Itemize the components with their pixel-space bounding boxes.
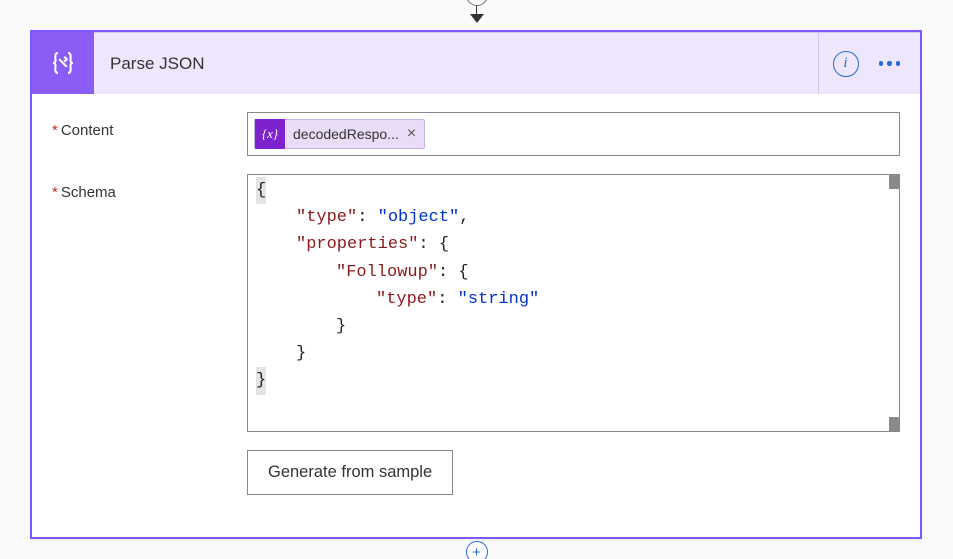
code-key: "Followup"	[336, 263, 438, 282]
action-body: *Content {x} decodedRespo... × *Schema	[32, 94, 920, 537]
schema-label-text: Schema	[61, 184, 116, 201]
token-remove-button[interactable]: ×	[407, 125, 416, 143]
code-key: "type"	[296, 208, 357, 227]
generate-from-sample-button[interactable]: Generate from sample	[247, 450, 453, 495]
schema-code: { "type": "object", "properties": { "Fol…	[248, 175, 899, 403]
variable-icon: {x}	[255, 119, 285, 149]
code-value: "string"	[458, 290, 540, 309]
more-menu-button[interactable]	[873, 55, 907, 72]
scrollbar-thumb[interactable]	[889, 175, 899, 189]
code-key: "properties"	[296, 235, 418, 254]
token-label: decodedRespo...	[293, 126, 399, 142]
content-label-text: Content	[61, 122, 114, 139]
action-title[interactable]: Parse JSON	[94, 32, 819, 94]
scrollbar-thumb[interactable]	[889, 417, 899, 431]
code-brace: }	[336, 317, 346, 336]
incoming-connector	[466, 0, 488, 23]
code-value: "object"	[378, 208, 460, 227]
content-row: *Content {x} decodedRespo... ×	[52, 112, 900, 156]
content-input[interactable]: {x} decodedRespo... ×	[247, 112, 900, 156]
parse-json-action-card: Parse JSON i *Content {x} decodedRespo..…	[30, 30, 922, 539]
dynamic-content-token[interactable]: {x} decodedRespo... ×	[254, 119, 425, 149]
code-key: "type"	[376, 290, 437, 309]
action-header: Parse JSON i	[32, 32, 920, 94]
schema-code-editor[interactable]: { "type": "object", "properties": { "Fol…	[247, 174, 900, 432]
action-icon-box	[32, 32, 94, 94]
content-label: *Content	[52, 112, 247, 156]
schema-label: *Schema	[52, 174, 247, 495]
code-brace: }	[296, 344, 306, 363]
required-indicator: *	[52, 184, 58, 201]
parse-json-icon	[48, 48, 78, 78]
add-step-button[interactable]: +	[466, 541, 488, 559]
add-step-connector: +	[466, 541, 488, 559]
header-actions: i	[819, 32, 921, 94]
required-indicator: *	[52, 122, 58, 139]
info-button[interactable]: i	[833, 51, 859, 77]
code-brace: {	[256, 177, 266, 204]
schema-row: *Schema { "type": "object", "properties"…	[52, 174, 900, 495]
code-brace: }	[256, 367, 266, 394]
